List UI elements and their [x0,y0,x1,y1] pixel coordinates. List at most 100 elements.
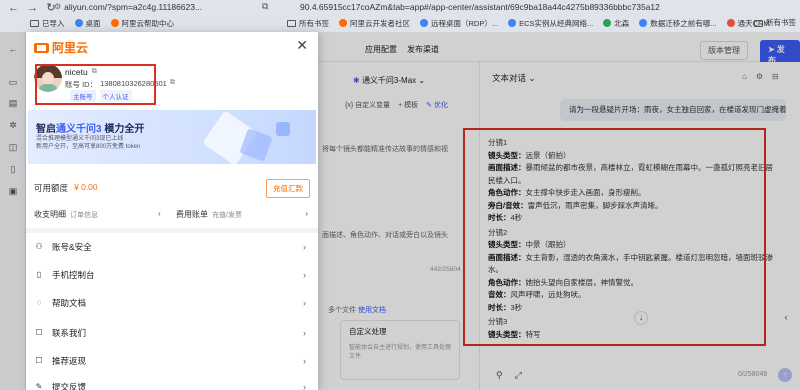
optimize-button[interactable]: ✎ 优化 [426,100,448,110]
lock-icon[interactable]: ⌂ [742,72,747,81]
bookmark-item[interactable]: 阿里云开发者社区 [339,18,410,29]
extension-icon[interactable]: ⧉ [262,1,268,12]
url-text-right: 90.4.65915cc17coAZm&tab=app#/app-center/… [300,2,660,12]
document-icon[interactable]: ▤ [8,98,18,108]
folder-icon [30,19,39,27]
bills-link[interactable]: 费用账单 充值/发票 [176,209,242,220]
chevron-right-icon: › [303,356,306,366]
template-button[interactable]: + 模板 [398,100,418,110]
orders-link[interactable]: 收支明细 订单信息 [34,209,98,220]
back-arrow-icon[interactable]: ← [8,44,18,54]
bookmark-item[interactable]: ECS实例从经典网络... [508,18,593,29]
all-bookmarks[interactable]: 所有书签 [754,16,796,30]
bookmark-folder[interactable]: 已导入 [30,18,65,29]
promo-banner[interactable]: 智启通义千问3 模力全开 混合推理模型通义千问3现已上线 新用户全开，至高可享8… [28,110,316,164]
model-icon: ✱ [353,76,360,85]
docs-link[interactable]: 使用文档 [358,307,386,314]
attachment-icon[interactable]: ⚲ [496,370,503,381]
bookmark-item[interactable]: 数据迁移之前有哪... [639,18,717,29]
folder-icon [754,19,763,27]
address-bar[interactable]: ⚙ aliyun.com/?spm=a2c4g.11186623... [54,0,234,14]
user-message: 请为一段悬疑片开场：雨夜，女主独自回家，在楼道发现门虚掩着。 [560,99,786,121]
send-icon: ➤ [768,45,775,54]
collapse-chevron-icon[interactable]: ‹ [779,312,793,326]
settings-icon[interactable]: ⚙ [756,72,763,81]
billing-row: 收支明细 订单信息 › 费用账单 充值/发票 › [34,209,310,221]
chat-input[interactable]: ⚲ ⤢ 0/258048 [488,362,788,386]
card-title: 自定义处理 [349,327,387,336]
menu-item-referral[interactable]: ☐ 推荐返现 › [34,348,310,374]
card-subtitle: 智能体会自主进行规划，使用工具处理文件 [349,345,452,360]
chat-toolbar: ⌂ ⚙ ⊟ [742,72,779,81]
expand-icon[interactable]: ⤢ [515,370,522,381]
console-sidebar: ← ▭ ▤ ✲ ◫ ▯ ▣ [0,32,26,390]
prompt-text-line: 将每个镜头都能精准传达故事的情感和视 [322,146,448,153]
chat-mode-selector[interactable]: 文本对话 ⌄ [492,72,536,84]
close-icon: ✕ [296,37,308,53]
bookmark-folder[interactable]: 所有书签 [287,18,329,29]
file-hint: 多个文件 使用文档 [328,307,386,314]
arrow-up-icon: ↑ [783,370,787,379]
menu-item-help-docs[interactable]: ◌ 帮助文档 › [34,290,310,316]
chevron-down-icon: ⌄ [418,76,426,85]
browser-chrome: ← → ↻ ⚙ aliyun.com/?spm=a2c4g.11186623..… [0,0,800,32]
model-selector[interactable]: ✱ 通义千问3-Max ⌄ [353,75,425,86]
phone-icon: ▯ [36,270,42,279]
site-info-icon[interactable]: ⚙ [54,0,61,14]
chat-icon: ☐ [35,328,43,337]
chevron-right-icon: › [303,298,306,308]
recharge-button[interactable]: 充值汇款 [266,179,310,198]
prompt-text-line: 面描述、角色动作、对话或旁白以及镜头 [322,232,448,239]
menu-item-contact-us[interactable]: ☐ 联系我们 › [34,320,310,346]
custom-process-card[interactable]: 自定义处理 智能体会自主进行规划，使用工具处理文件 [340,320,460,380]
phone-icon[interactable]: ▯ [8,164,18,174]
menu-item-mobile-console[interactable]: ▯ 手机控制台 › [34,262,310,288]
quota-label: 可用额度 [34,183,69,193]
url-text: aliyun.com/?spm=a2c4g.11186623... [64,2,203,12]
bookmark-item[interactable]: 远程桌面（RDP）... [420,18,498,29]
aliyun-icon [339,19,347,27]
user-icon: ⚇ [35,242,43,251]
chevron-right-icon: › [303,242,306,252]
banner-subtitle: 混合推理模型通义千问3现已上线 新用户全开，至高可享800万免费 token [36,136,141,150]
menu-item-account-security[interactable]: ⚇ 账号&安全 › [34,234,310,260]
bookmarks-bar-right: 所有书签 阿里云开发者社区 远程桌面（RDP）... ECS实例从经典网络...… [287,16,770,30]
send-button[interactable]: ↑ [778,368,792,382]
custom-variable-button[interactable]: {x} 自定义变量 [345,100,390,110]
monitor-icon[interactable]: ▭ [8,77,18,87]
aliyun-logo[interactable]: 阿里云 [34,39,88,56]
help-icon: ◌ [36,298,42,307]
copy-icon[interactable]: ⧉ [170,79,175,90]
globe-icon [74,19,83,27]
aliyun-logo-icon [34,42,49,53]
prompt-char-count: 442/25804 [430,266,461,273]
clear-icon[interactable]: ⊟ [772,72,779,81]
divider [26,228,318,233]
chevron-right-icon: › [303,382,306,390]
arrow-down-icon: ↓ [639,313,643,322]
account-drawer: 阿里云 ✕ nicetu ⧉ 账号 ID： 1380810326280501 ⧉ 主账… [26,32,318,390]
bookmark-item[interactable]: 阿里云帮助中心 [110,18,174,29]
tab-publish-channel[interactable]: 发布渠道 [407,43,439,56]
feedback-icon: ✎ [35,382,43,390]
globe-icon [420,19,428,27]
menu-item-feedback[interactable]: ✎ 提交反馈 › [34,374,310,390]
close-button[interactable]: ✕ [296,37,308,54]
globe-icon [639,19,648,27]
tab-app-config[interactable]: 应用配置 [365,43,397,56]
bookmark-item[interactable]: 桌面 [74,18,101,29]
plugin-icon[interactable]: ✲ [8,120,18,130]
gift-icon: ☐ [35,356,43,365]
forward-icon[interactable]: → [27,2,38,14]
version-manage-button[interactable]: 版本管理 [700,41,748,60]
scroll-down-button[interactable]: ↓ [634,311,648,325]
prompt-toolbar: {x} 自定义变量 + 模板 ✎ 优化 [345,100,448,110]
folder-icon [287,19,296,27]
input-char-count: 0/258048 [738,371,768,378]
quota-row: 可用额度 ¥ 0.00 充值汇款 [34,179,310,198]
annotation-highlight-box [35,64,156,105]
image-icon[interactable]: ▣ [8,186,18,196]
back-icon[interactable]: ← [8,2,19,14]
bookmark-item[interactable]: 北森 [603,18,629,29]
chart-icon[interactable]: ◫ [8,142,18,152]
